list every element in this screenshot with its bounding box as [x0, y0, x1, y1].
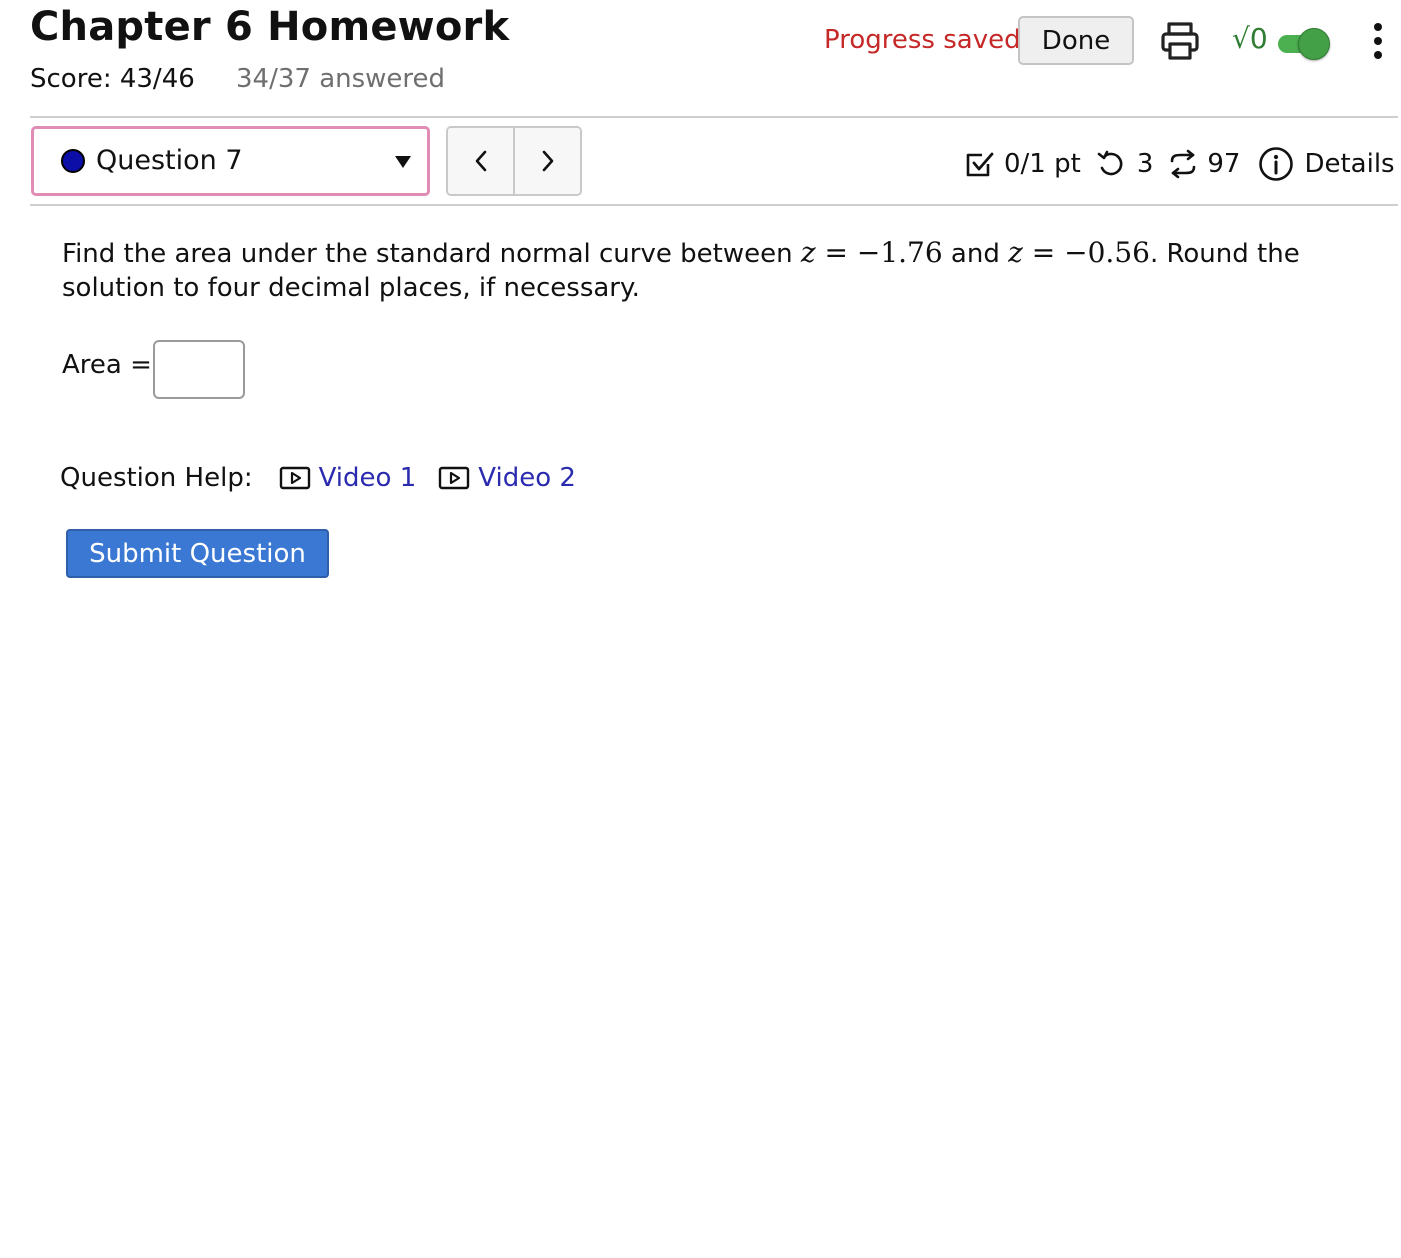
versions-count: 97: [1207, 149, 1241, 179]
question-help: Question Help: Video 1 Video 2: [60, 460, 598, 496]
details-link[interactable]: Details: [1258, 146, 1395, 182]
area-label: Area =: [62, 350, 152, 380]
video-2-label: Video 2: [478, 463, 576, 493]
answered-count: 34/37 answered: [236, 64, 446, 94]
details-label: Details: [1304, 149, 1395, 179]
header-divider: [30, 116, 1398, 118]
question-help-label: Question Help:: [60, 463, 253, 493]
retry-icon: [1097, 150, 1123, 176]
next-question-button[interactable]: [513, 128, 580, 194]
chevron-down-icon: [395, 156, 411, 168]
prompt-text-2: and: [942, 239, 1009, 269]
points-text: 0/1 pt: [1004, 149, 1081, 179]
z-value-2: −0.56: [1064, 236, 1150, 269]
versions-icon: [1171, 149, 1196, 179]
question-select[interactable]: Question 7: [31, 126, 430, 196]
chevron-right-icon: [542, 150, 553, 172]
math-variable: z: [800, 236, 816, 269]
done-button[interactable]: Done: [1018, 16, 1134, 65]
chevron-left-icon: [475, 150, 486, 172]
question-prompt: Find the area under the standard normal …: [62, 236, 1362, 305]
video-icon: [439, 466, 470, 490]
math-z2: z = −0.56: [1008, 236, 1150, 269]
video-1-label: Video 1: [318, 463, 417, 493]
video-1-link[interactable]: Video 1: [279, 463, 417, 493]
question-nav-buttons: [446, 126, 582, 196]
math-variable: z: [1008, 236, 1023, 269]
prompt-text-1: Find the area under the standard normal …: [62, 239, 801, 269]
math-equals: =: [815, 236, 857, 269]
question-bar-divider: [30, 204, 1398, 206]
math-entry-toggle[interactable]: [1278, 28, 1330, 60]
more-options-icon[interactable]: [1366, 20, 1390, 62]
info-icon: [1259, 147, 1294, 181]
score-text: Score: 43/46: [30, 64, 195, 94]
question-status-dot: [61, 149, 85, 173]
checkbox-check-icon: [966, 152, 994, 177]
z-value-1: −1.76: [856, 236, 943, 269]
submit-question-button[interactable]: Submit Question: [66, 529, 329, 578]
toggle-knob: [1298, 28, 1330, 60]
progress-status: Progress saved: [824, 25, 1021, 55]
math-entry-icon: √0: [1232, 22, 1268, 55]
print-icon[interactable]: [1159, 20, 1201, 62]
question-info: 0/1 pt 3 97 Details: [964, 142, 1395, 186]
video-2-link[interactable]: Video 2: [438, 463, 576, 493]
attempts-count: 3: [1136, 149, 1154, 179]
math-equals: =: [1022, 236, 1065, 269]
math-z1: z = −1.76: [801, 236, 943, 269]
homework-page: Chapter 6 Homework Score: 43/46 34/37 an…: [0, 0, 1401, 1258]
area-answer-input[interactable]: [153, 340, 245, 399]
question-select-label: Question 7: [96, 145, 243, 176]
video-icon: [279, 466, 310, 490]
previous-question-button[interactable]: [448, 128, 513, 194]
page-title: Chapter 6 Homework: [30, 4, 510, 50]
